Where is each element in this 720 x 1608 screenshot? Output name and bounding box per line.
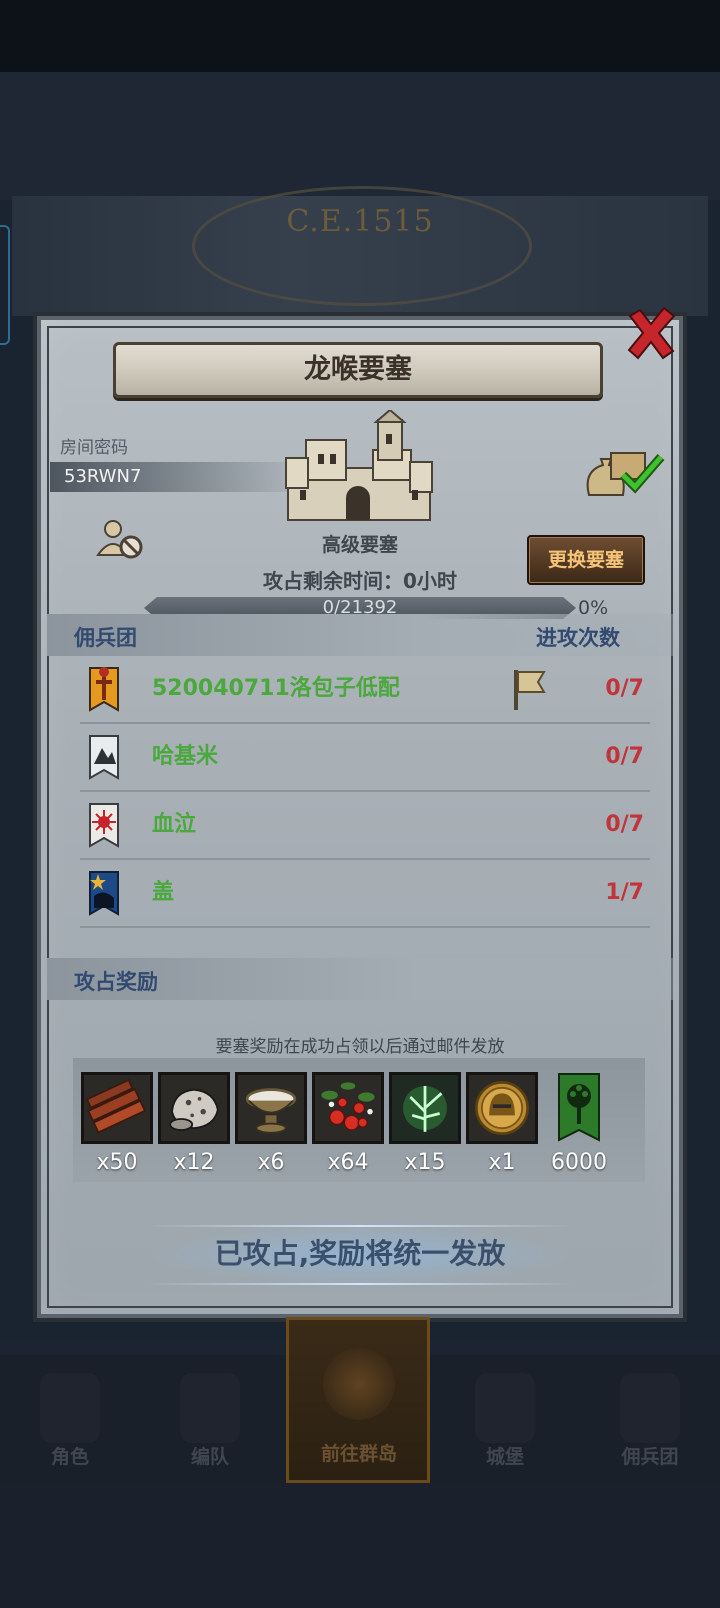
close-icon[interactable] (626, 306, 676, 360)
reward-item[interactable]: x1 (466, 1072, 538, 1175)
captured-status: 已攻占,奖励将统一发放 (145, 1225, 575, 1285)
mercenary-header-right: 进攻次数 (536, 626, 620, 650)
nav-formation[interactable]: 编队 (140, 1355, 280, 1483)
attack-count: 0/7 (605, 676, 644, 701)
dialog-title-plate: 龙喉要塞 (113, 342, 603, 398)
wood-planks-icon (81, 1072, 153, 1144)
salt-bowl-icon (235, 1072, 307, 1144)
reward-amount: x64 (327, 1150, 369, 1175)
mercenary-row[interactable]: 血泣 0/7 (80, 792, 650, 860)
fortress-castle-icon (285, 410, 433, 521)
rewards-header: 攻占奖励 (74, 970, 158, 994)
change-fortress-label: 更换要塞 (547, 549, 624, 571)
game-screen: C.E.1515 龙喉要塞 房间密码 53RWN7 高级要塞 攻占剩余时间：0小… (0, 0, 720, 1608)
knight-icon (40, 1373, 100, 1443)
captured-status-text: 已攻占,奖励将统一发放 (214, 1237, 506, 1270)
reward-amount: x6 (257, 1150, 285, 1175)
mercenary-name: 盖 (152, 880, 175, 905)
top-status-area (0, 0, 720, 72)
nav-label: 城堡 (485, 1446, 524, 1468)
white-sun-banner-icon (89, 803, 119, 848)
mercenary-row[interactable]: 哈基米 0/7 (80, 724, 650, 792)
reward-amount: x50 (96, 1150, 138, 1175)
leader-flag-icon (514, 670, 546, 710)
mercenary-row[interactable]: 520040711洛包子低配 0/7 (80, 656, 650, 724)
status-top-line (145, 1225, 575, 1227)
castle-icon (475, 1373, 535, 1443)
rewards-note: 要塞奖励在成功占领以后通过邮件发放 (215, 1037, 505, 1057)
nav-castle[interactable]: 城堡 (435, 1355, 575, 1483)
helmet-icon (180, 1373, 240, 1443)
dialog-title: 龙喉要塞 (304, 354, 412, 385)
change-fortress-button[interactable]: 更换要塞 (527, 535, 645, 585)
reward-amount: x1 (488, 1150, 516, 1175)
nav-label: 前往群岛 (320, 1443, 397, 1465)
mercenary-name: 哈基米 (152, 744, 219, 769)
left-edge-tab (0, 225, 10, 345)
reward-item[interactable]: x15 (389, 1072, 461, 1175)
compass-globe-icon (323, 1348, 395, 1420)
blue-star-banner-icon (89, 871, 119, 916)
silver-mountain-banner-icon (89, 735, 119, 780)
bottom-navigation: 角色 编队 前往群岛 城堡 佣兵团 (0, 1317, 720, 1483)
reward-amount: x15 (404, 1150, 446, 1175)
status-bottom-line (145, 1283, 575, 1285)
mercenary-name: 血泣 (152, 812, 197, 837)
room-password-value[interactable]: 53RWN7 (50, 462, 310, 492)
room-password-label: 房间密码 (60, 438, 128, 458)
attack-count: 0/7 (605, 744, 644, 769)
orange-sword-banner-icon (89, 667, 119, 712)
guild-banner-icon (558, 1073, 600, 1142)
ore-rock-icon (158, 1072, 230, 1144)
mercenary-header-left: 佣兵团 (74, 626, 137, 650)
soldier-icon (620, 1373, 680, 1443)
nav-character[interactable]: 角色 (0, 1355, 140, 1483)
attack-count: 0/7 (605, 812, 644, 837)
mercenary-name: 520040711洛包子低配 (152, 676, 400, 701)
attack-count: 1/7 (605, 880, 644, 905)
nav-label: 角色 (50, 1446, 89, 1468)
reward-item[interactable]: x50 (81, 1072, 153, 1175)
green-herb-icon (389, 1072, 461, 1144)
nav-mercenary[interactable]: 佣兵团 (580, 1355, 720, 1483)
nav-label: 佣兵团 (621, 1446, 679, 1468)
reward-amount: 6000 (551, 1150, 607, 1175)
reward-item[interactable]: x12 (158, 1072, 230, 1175)
reward-amount: x12 (173, 1150, 215, 1175)
reward-item[interactable]: x6 (235, 1072, 307, 1175)
nav-go-islands[interactable]: 前往群岛 (286, 1317, 430, 1483)
user-blocked-icon[interactable] (96, 517, 144, 561)
mercenary-row[interactable]: 盖 1/7 (80, 860, 650, 928)
gold-helmet-medal-icon (466, 1072, 538, 1144)
background-year: C.E.1515 (286, 204, 434, 239)
reward-item[interactable]: x64 (312, 1072, 384, 1175)
berries-icon (312, 1072, 384, 1144)
nav-label: 编队 (190, 1446, 229, 1468)
reward-bag-check-icon[interactable] (583, 445, 667, 501)
reward-item[interactable]: 6000 (543, 1072, 615, 1175)
